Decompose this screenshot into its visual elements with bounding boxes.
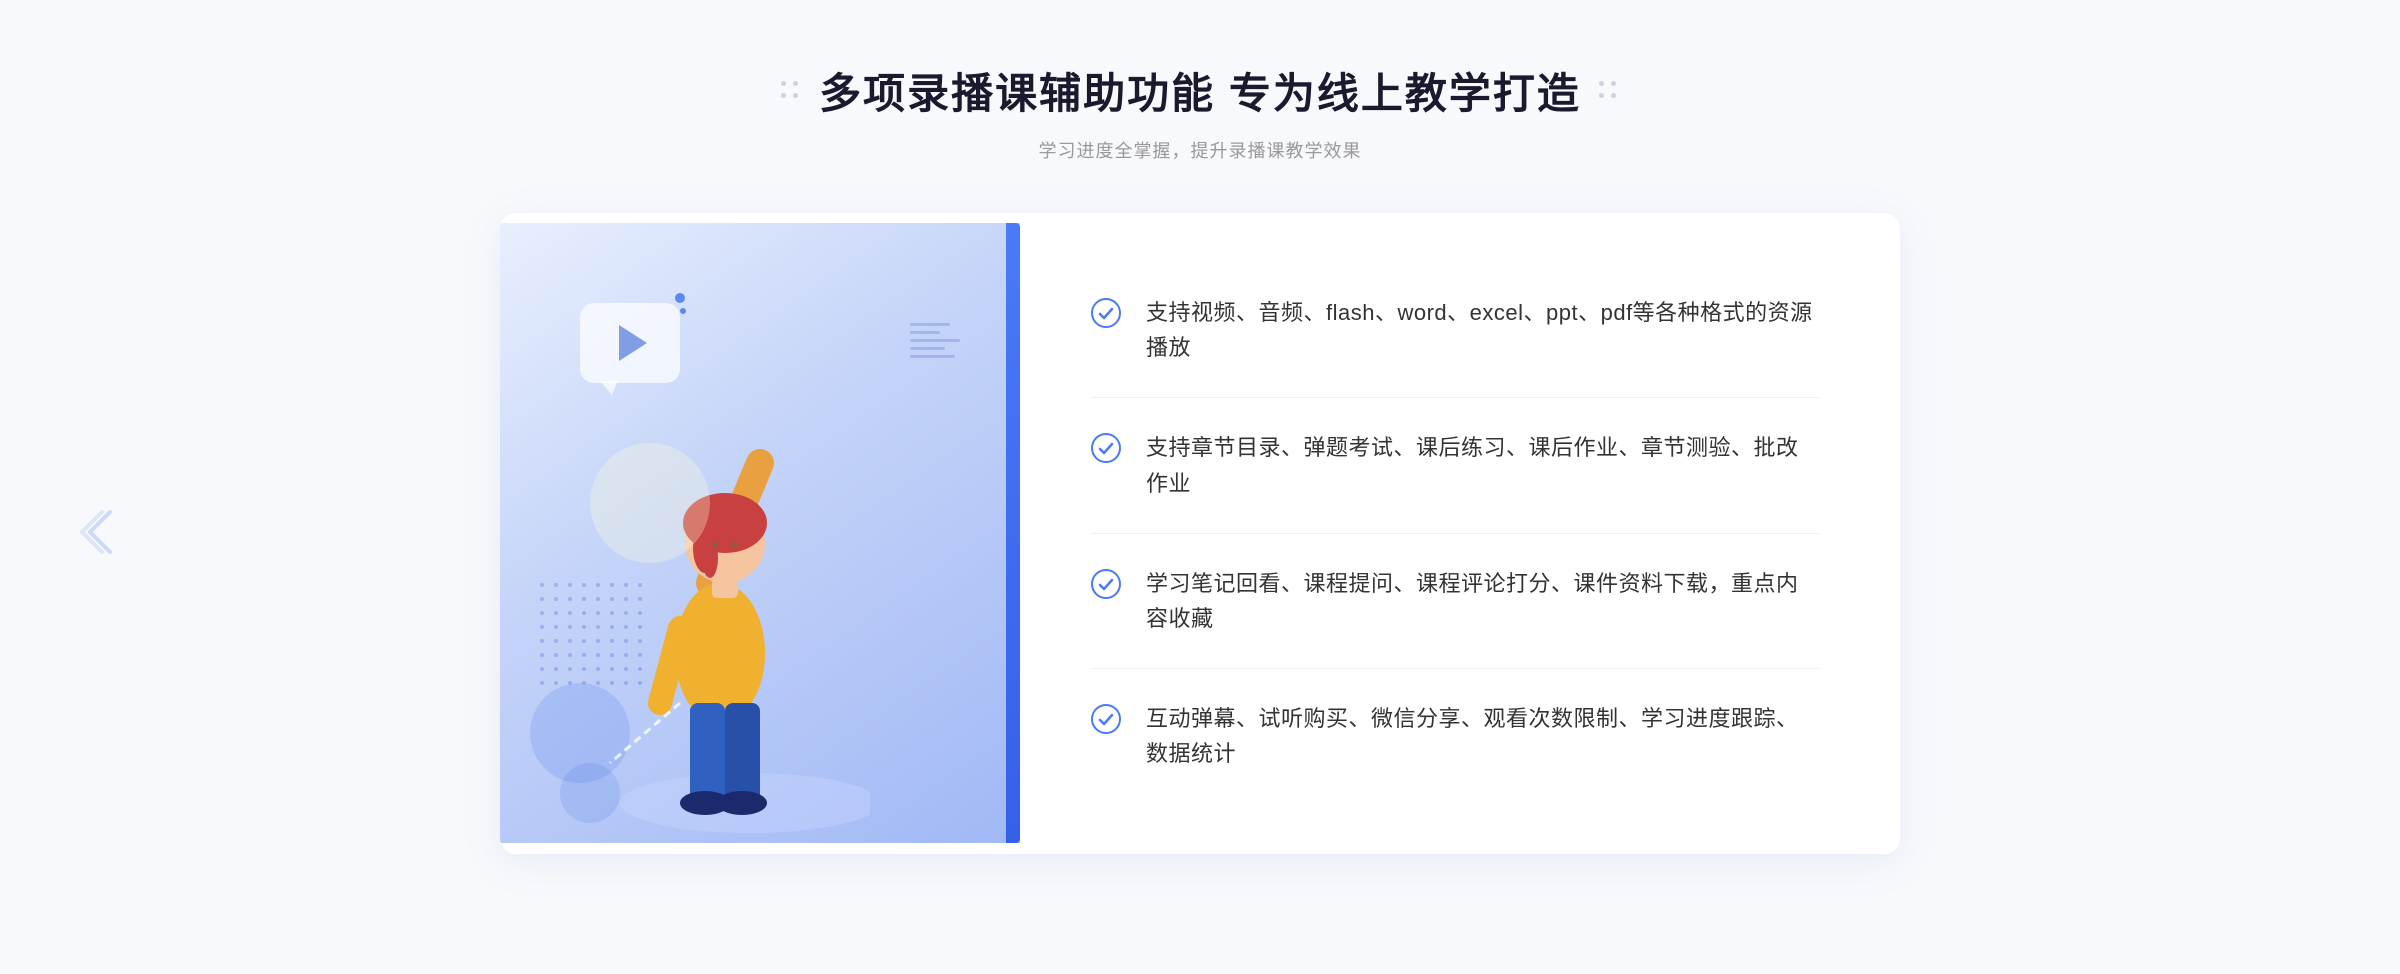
left-panel-bar xyxy=(1006,223,1020,843)
check-icon-3 xyxy=(1090,568,1122,600)
check-icon-4 xyxy=(1090,703,1122,735)
play-bubble-bg xyxy=(580,303,680,383)
left-panel xyxy=(500,223,1020,843)
check-icon-1 xyxy=(1090,297,1122,329)
play-triangle xyxy=(619,325,647,361)
feature-text-2: 支持章节目录、弹题考试、课后练习、课后作业、章节测验、批改作业 xyxy=(1146,430,1820,500)
title-deco-right xyxy=(1599,81,1619,101)
feature-text-3: 学习笔记回看、课程提问、课程评论打分、课件资料下载，重点内容收藏 xyxy=(1146,566,1820,636)
sparkle xyxy=(675,293,686,314)
feature-text-4: 互动弹幕、试听购买、微信分享、观看次数限制、学习进度跟踪、数据统计 xyxy=(1146,701,1820,771)
subtitle: 学习进度全掌握，提升录播课教学效果 xyxy=(1038,137,1361,163)
main-title: 多项录播课辅助功能 专为线上教学打造 xyxy=(819,60,1581,121)
right-panel: 支持视频、音频、flash、word、excel、ppt、pdf等各种格式的资源… xyxy=(1020,213,1900,854)
feature-item-3: 学习笔记回看、课程提问、课程评论打分、课件资料下载，重点内容收藏 xyxy=(1090,534,1820,669)
left-chevron xyxy=(80,507,120,565)
check-icon-2 xyxy=(1090,432,1122,464)
feature-text-1: 支持视频、音频、flash、word、excel、ppt、pdf等各种格式的资源… xyxy=(1146,295,1820,365)
feature-item-1: 支持视频、音频、flash、word、excel、ppt、pdf等各种格式的资源… xyxy=(1090,263,1820,398)
page-container: 多项录播课辅助功能 专为线上教学打造 学习进度全掌握，提升录播课教学效果 xyxy=(0,0,2400,974)
feature-item-2: 支持章节目录、弹题考试、课后练习、课后作业、章节测验、批改作业 xyxy=(1090,398,1820,533)
content-area: 支持视频、音频、flash、word、excel、ppt、pdf等各种格式的资源… xyxy=(500,213,1900,854)
play-bubble xyxy=(580,303,680,393)
person-illustration xyxy=(550,383,870,843)
title-deco-left xyxy=(781,81,801,101)
feature-item-4: 互动弹幕、试听购买、微信分享、观看次数限制、学习进度跟踪、数据统计 xyxy=(1090,669,1820,803)
lines-deco xyxy=(910,323,960,358)
title-row: 多项录播课辅助功能 专为线上教学打造 xyxy=(781,60,1619,121)
header-section: 多项录播课辅助功能 专为线上教学打造 学习进度全掌握，提升录播课教学效果 xyxy=(781,60,1619,163)
